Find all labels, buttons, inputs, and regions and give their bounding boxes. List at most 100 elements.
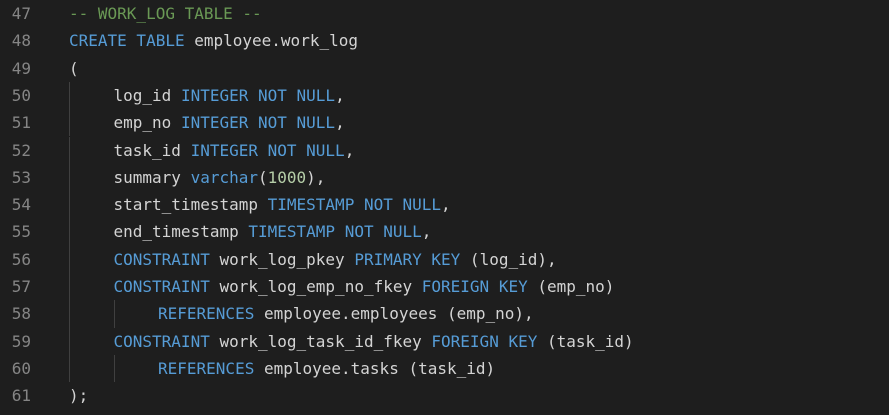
- code-content: -- WORK_LOG TABLE --: [69, 0, 262, 27]
- code-token-keyword: FOREIGN KEY: [431, 331, 538, 351]
- code-content: CONSTRAINT work_log_emp_no_fkey FOREIGN …: [114, 273, 615, 300]
- code-token-keyword: INTEGER NOT NULL: [180, 113, 336, 133]
- code-token-keyword: INTEGER NOT NULL: [190, 140, 345, 160]
- code-token-plain: ,: [344, 140, 355, 160]
- code-token-keyword: CONSTRAINT: [113, 277, 210, 296]
- code-line[interactable]: 59 CONSTRAINT work_log_task_id_fkey FOREI…: [0, 327, 889, 355]
- code-token-number: 1000: [267, 167, 307, 187]
- code-line[interactable]: 53 summary varchar(1000),: [0, 163, 889, 192]
- code-token-plain: start_timestamp: [113, 195, 268, 215]
- code-token-plain: ),: [306, 167, 326, 187]
- code-token-plain: employee.work_log: [184, 31, 358, 51]
- code-content: start_timestamp TIMESTAMP NOT NULL,: [114, 191, 451, 218]
- line-number: 51: [11, 113, 31, 133]
- line-number: 50: [11, 85, 31, 105]
- indent-guide: [69, 300, 70, 328]
- code-token-plain: (log_id),: [460, 249, 557, 269]
- code-token-keyword: FOREIGN KEY: [421, 277, 528, 296]
- code-token-keyword: REFERENCES: [158, 304, 255, 324]
- code-token-plain: employee.tasks (task_id): [254, 358, 496, 378]
- code-line[interactable]: 51 emp_no INTEGER NOT NULL,: [0, 109, 889, 137]
- indent-guide: [69, 354, 70, 383]
- line-number: 57: [11, 277, 31, 296]
- line-number: 61: [11, 386, 31, 406]
- indent-guide: [69, 273, 70, 301]
- code-content: emp_no INTEGER NOT NULL,: [114, 109, 345, 136]
- code-token-plain: end_timestamp: [113, 222, 249, 242]
- code-line[interactable]: 56 CONSTRAINT work_log_pkey PRIMARY KEY (…: [0, 245, 889, 273]
- indent-guide: [69, 191, 70, 219]
- line-number: 49: [11, 58, 31, 78]
- code-content: REFERENCES employee.tasks (task_id): [158, 355, 495, 382]
- code-content: CONSTRAINT work_log_pkey PRIMARY KEY (lo…: [114, 246, 557, 273]
- code-token-keyword: TIMESTAMP NOT NULL: [248, 222, 422, 242]
- code-token-plain: task_id: [113, 140, 191, 160]
- code-token-keyword: CONSTRAINT: [113, 331, 210, 351]
- code-token-plain: summary: [113, 167, 191, 187]
- line-number: 60: [11, 358, 31, 378]
- indent-guide: [113, 354, 115, 383]
- code-line[interactable]: 54 start_timestamp TIMESTAMP NOT NULL,: [0, 191, 889, 219]
- code-token-keyword: INTEGER NOT NULL: [180, 85, 336, 105]
- line-number: 47: [11, 4, 31, 23]
- line-number: 53: [11, 167, 31, 187]
- code-line[interactable]: 60 REFERENCES employee.tasks (task_id): [0, 354, 889, 383]
- code-token-plain: (: [69, 58, 79, 78]
- indent-guide: [69, 327, 70, 355]
- indent-guide: [69, 136, 70, 164]
- code-token-plain: ,: [335, 85, 345, 105]
- code-token-comment: -- WORK_LOG TABLE --: [69, 4, 262, 23]
- code-editor[interactable]: 47 -- WORK_LOG TABLE -- 48 CREATE TABLE emp…: [0, 0, 889, 415]
- indent-guide: [69, 218, 70, 246]
- code-token-plain: emp_no: [113, 113, 181, 133]
- code-content: end_timestamp TIMESTAMP NOT NULL,: [114, 218, 432, 245]
- code-content: CREATE TABLE employee.work_log: [69, 27, 358, 54]
- code-token-plain: (task_id): [537, 331, 634, 351]
- indent-guide: [69, 245, 70, 273]
- indent-guide: [69, 81, 70, 110]
- code-token-keyword: REFERENCES: [158, 358, 255, 378]
- code-line[interactable]: 55 end_timestamp TIMESTAMP NOT NULL,: [0, 218, 889, 246]
- code-content: );: [69, 382, 88, 409]
- code-line[interactable]: 52 task_id INTEGER NOT NULL,: [0, 136, 889, 164]
- code-line[interactable]: 48 CREATE TABLE employee.work_log: [0, 27, 889, 54]
- code-token-plain: work_log_task_id_fkey: [209, 331, 432, 351]
- code-content: log_id INTEGER NOT NULL,: [114, 82, 345, 109]
- code-token-plain: ,: [441, 195, 451, 215]
- code-content: summary varchar(1000),: [114, 164, 326, 191]
- code-token-plain: ,: [335, 113, 345, 133]
- line-number: 59: [11, 331, 31, 351]
- line-number: 55: [11, 222, 31, 242]
- code-line[interactable]: 50 log_id INTEGER NOT NULL,: [0, 81, 889, 110]
- line-number: 56: [11, 249, 31, 269]
- code-token-plain: (: [258, 167, 268, 187]
- code-token-keyword: CREATE TABLE: [69, 31, 185, 51]
- code-token-plain: work_log_pkey: [209, 249, 355, 269]
- line-number: 58: [11, 304, 31, 324]
- code-line[interactable]: 61);: [0, 382, 889, 409]
- indent-guide: [113, 300, 115, 328]
- code-token-plain: ,: [421, 222, 432, 242]
- code-token-plain: employee.employees (emp_no),: [254, 304, 534, 324]
- code-token-keyword: CONSTRAINT: [113, 249, 210, 269]
- code-token-plain: work_log_emp_no_fkey: [209, 277, 422, 296]
- code-content: CONSTRAINT work_log_task_id_fkey FOREIGN…: [114, 328, 634, 355]
- indent-guide: [69, 163, 70, 192]
- code-content: task_id INTEGER NOT NULL,: [114, 137, 355, 164]
- code-content: (: [69, 55, 79, 82]
- line-number: 54: [11, 195, 31, 215]
- code-token-plain: (emp_no): [527, 277, 615, 296]
- code-line[interactable]: 58 REFERENCES employee.employees (emp_no)…: [0, 300, 889, 328]
- code-token-keyword: PRIMARY KEY: [354, 249, 461, 269]
- code-line[interactable]: 47 -- WORK_LOG TABLE --: [0, 0, 889, 27]
- line-number: 48: [11, 31, 31, 51]
- code-token-keyword: varchar: [190, 167, 258, 187]
- code-token-plain: );: [69, 386, 89, 406]
- indent-guide: [69, 109, 70, 137]
- code-line[interactable]: 57 CONSTRAINT work_log_emp_no_fkey FOREIG…: [0, 273, 889, 301]
- code-token-plain: log_id: [113, 85, 181, 105]
- line-number: 52: [11, 140, 31, 160]
- code-content: REFERENCES employee.employees (emp_no),: [158, 300, 534, 327]
- code-line[interactable]: 49 (: [0, 55, 889, 82]
- code-token-keyword: TIMESTAMP NOT NULL: [267, 195, 442, 215]
